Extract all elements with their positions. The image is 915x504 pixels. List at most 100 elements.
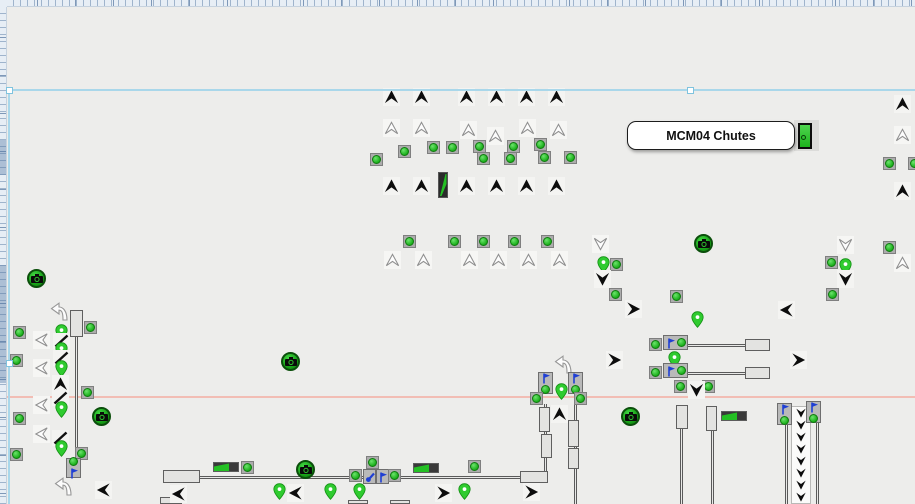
- status-indicator[interactable]: [13, 412, 26, 425]
- status-indicator[interactable]: [825, 256, 838, 269]
- chevron-down-icon[interactable]: [688, 381, 705, 399]
- location-pin-icon[interactable]: [273, 483, 286, 500]
- chevron-down-icon[interactable]: [594, 270, 611, 288]
- chevron-left-icon[interactable]: [287, 484, 304, 502]
- chevron-up-outline-icon[interactable]: [551, 251, 568, 269]
- chevron-up-icon[interactable]: [894, 95, 911, 113]
- conveyor-line[interactable]: [816, 422, 819, 504]
- chevron-up-icon[interactable]: [413, 177, 430, 195]
- conveyor-line[interactable]: [75, 337, 78, 459]
- turn-arrow-icon[interactable]: [53, 477, 75, 496]
- flag-status-box[interactable]: [538, 372, 553, 394]
- conveyor-segment[interactable]: [568, 420, 579, 447]
- chevron-up-outline-icon[interactable]: [461, 251, 478, 269]
- status-indicator[interactable]: [477, 235, 490, 248]
- conveyor-segment[interactable]: [676, 405, 688, 429]
- chevron-left-icon[interactable]: [778, 301, 795, 319]
- status-indicator[interactable]: [477, 152, 490, 165]
- flag-status-box[interactable]: [663, 363, 688, 378]
- chevron-left-icon[interactable]: [170, 485, 187, 503]
- status-indicator[interactable]: [388, 469, 401, 482]
- diverter-gate-icon[interactable]: [438, 172, 448, 198]
- chevron-up-outline-icon[interactable]: [413, 119, 430, 137]
- status-indicator[interactable]: [507, 140, 520, 153]
- status-indicator[interactable]: [370, 153, 383, 166]
- door-status-indicator[interactable]: [798, 123, 812, 149]
- status-indicator[interactable]: [674, 380, 687, 393]
- chevron-up-outline-icon[interactable]: [383, 119, 400, 137]
- level-wedge-icon[interactable]: [721, 411, 747, 421]
- status-indicator[interactable]: [403, 235, 416, 248]
- status-indicator[interactable]: [564, 151, 577, 164]
- status-indicator[interactable]: [427, 141, 440, 154]
- status-indicator[interactable]: [448, 235, 461, 248]
- conveyor-line[interactable]: [680, 429, 683, 504]
- chevron-up-outline-icon[interactable]: [415, 251, 432, 269]
- conveyor-line[interactable]: [688, 344, 746, 347]
- status-indicator[interactable]: [610, 258, 623, 271]
- chevron-down-icon[interactable]: [837, 270, 854, 288]
- status-indicator[interactable]: [649, 366, 662, 379]
- chevron-right-icon[interactable]: [523, 483, 540, 501]
- chevron-down-outline-icon[interactable]: [837, 236, 854, 254]
- status-indicator[interactable]: [84, 321, 97, 334]
- flag-status-box[interactable]: [663, 335, 688, 350]
- status-indicator[interactable]: [468, 460, 481, 473]
- status-indicator[interactable]: [10, 448, 23, 461]
- chevron-left-outline-icon[interactable]: [33, 425, 50, 443]
- chevron-down-outline-icon[interactable]: [592, 235, 609, 253]
- chevron-up-icon[interactable]: [518, 177, 535, 195]
- wrench-icon[interactable]: [363, 469, 376, 484]
- chevron-right-icon[interactable]: [790, 351, 807, 369]
- chevron-right-icon[interactable]: [625, 300, 642, 318]
- status-indicator[interactable]: [13, 326, 26, 339]
- chevron-up-outline-icon[interactable]: [894, 126, 911, 144]
- conveyor-segment[interactable]: [568, 448, 579, 469]
- camera-icon[interactable]: [27, 269, 46, 288]
- status-indicator[interactable]: [538, 151, 551, 164]
- conveyor-line[interactable]: [688, 372, 746, 375]
- camera-icon[interactable]: [296, 460, 315, 479]
- status-indicator[interactable]: [508, 235, 521, 248]
- camera-icon[interactable]: [281, 352, 300, 371]
- conveyor-segment[interactable]: [520, 471, 548, 483]
- status-flag-box[interactable]: [66, 458, 81, 478]
- conveyor-segment[interactable]: [348, 500, 368, 504]
- status-indicator[interactable]: [366, 456, 379, 469]
- conveyor-segment[interactable]: [70, 310, 83, 337]
- status-indicator[interactable]: [908, 157, 915, 170]
- chevron-up-outline-icon[interactable]: [487, 127, 504, 145]
- chute-group-label[interactable]: MCM04 Chutes: [627, 121, 795, 150]
- status-indicator[interactable]: [530, 392, 543, 405]
- design-canvas[interactable]: MCM04 Chutes: [0, 0, 915, 504]
- location-pin-icon[interactable]: [324, 483, 337, 500]
- status-indicator[interactable]: [241, 461, 254, 474]
- chevron-right-icon[interactable]: [606, 351, 623, 369]
- status-indicator[interactable]: [574, 392, 587, 405]
- flag-status-box[interactable]: [568, 372, 583, 394]
- chevron-up-icon[interactable]: [894, 182, 911, 200]
- chevron-up-icon[interactable]: [383, 177, 400, 195]
- selection-handle[interactable]: [6, 360, 13, 367]
- conveyor-segment[interactable]: [706, 406, 717, 431]
- chevron-up-outline-icon[interactable]: [519, 119, 536, 137]
- chevron-up-outline-icon[interactable]: [490, 251, 507, 269]
- location-pin-icon[interactable]: [458, 483, 471, 500]
- location-pin-icon[interactable]: [691, 311, 704, 328]
- chevron-left-icon[interactable]: [95, 481, 112, 499]
- location-pin-icon[interactable]: [353, 483, 366, 500]
- level-wedge-icon[interactable]: [413, 463, 439, 473]
- camera-icon[interactable]: [694, 234, 713, 253]
- chevron-left-outline-icon[interactable]: [33, 396, 50, 414]
- conveyor-segment[interactable]: [539, 407, 550, 432]
- chevron-up-icon[interactable]: [458, 177, 475, 195]
- status-indicator[interactable]: [504, 152, 517, 165]
- chevron-up-outline-icon[interactable]: [460, 121, 477, 139]
- chevron-up-icon[interactable]: [551, 405, 568, 423]
- chevron-left-outline-icon[interactable]: [33, 331, 50, 349]
- status-indicator[interactable]: [446, 141, 459, 154]
- status-indicator[interactable]: [609, 288, 622, 301]
- status-indicator[interactable]: [649, 338, 662, 351]
- status-indicator[interactable]: [398, 145, 411, 158]
- conveyor-line[interactable]: [168, 476, 524, 479]
